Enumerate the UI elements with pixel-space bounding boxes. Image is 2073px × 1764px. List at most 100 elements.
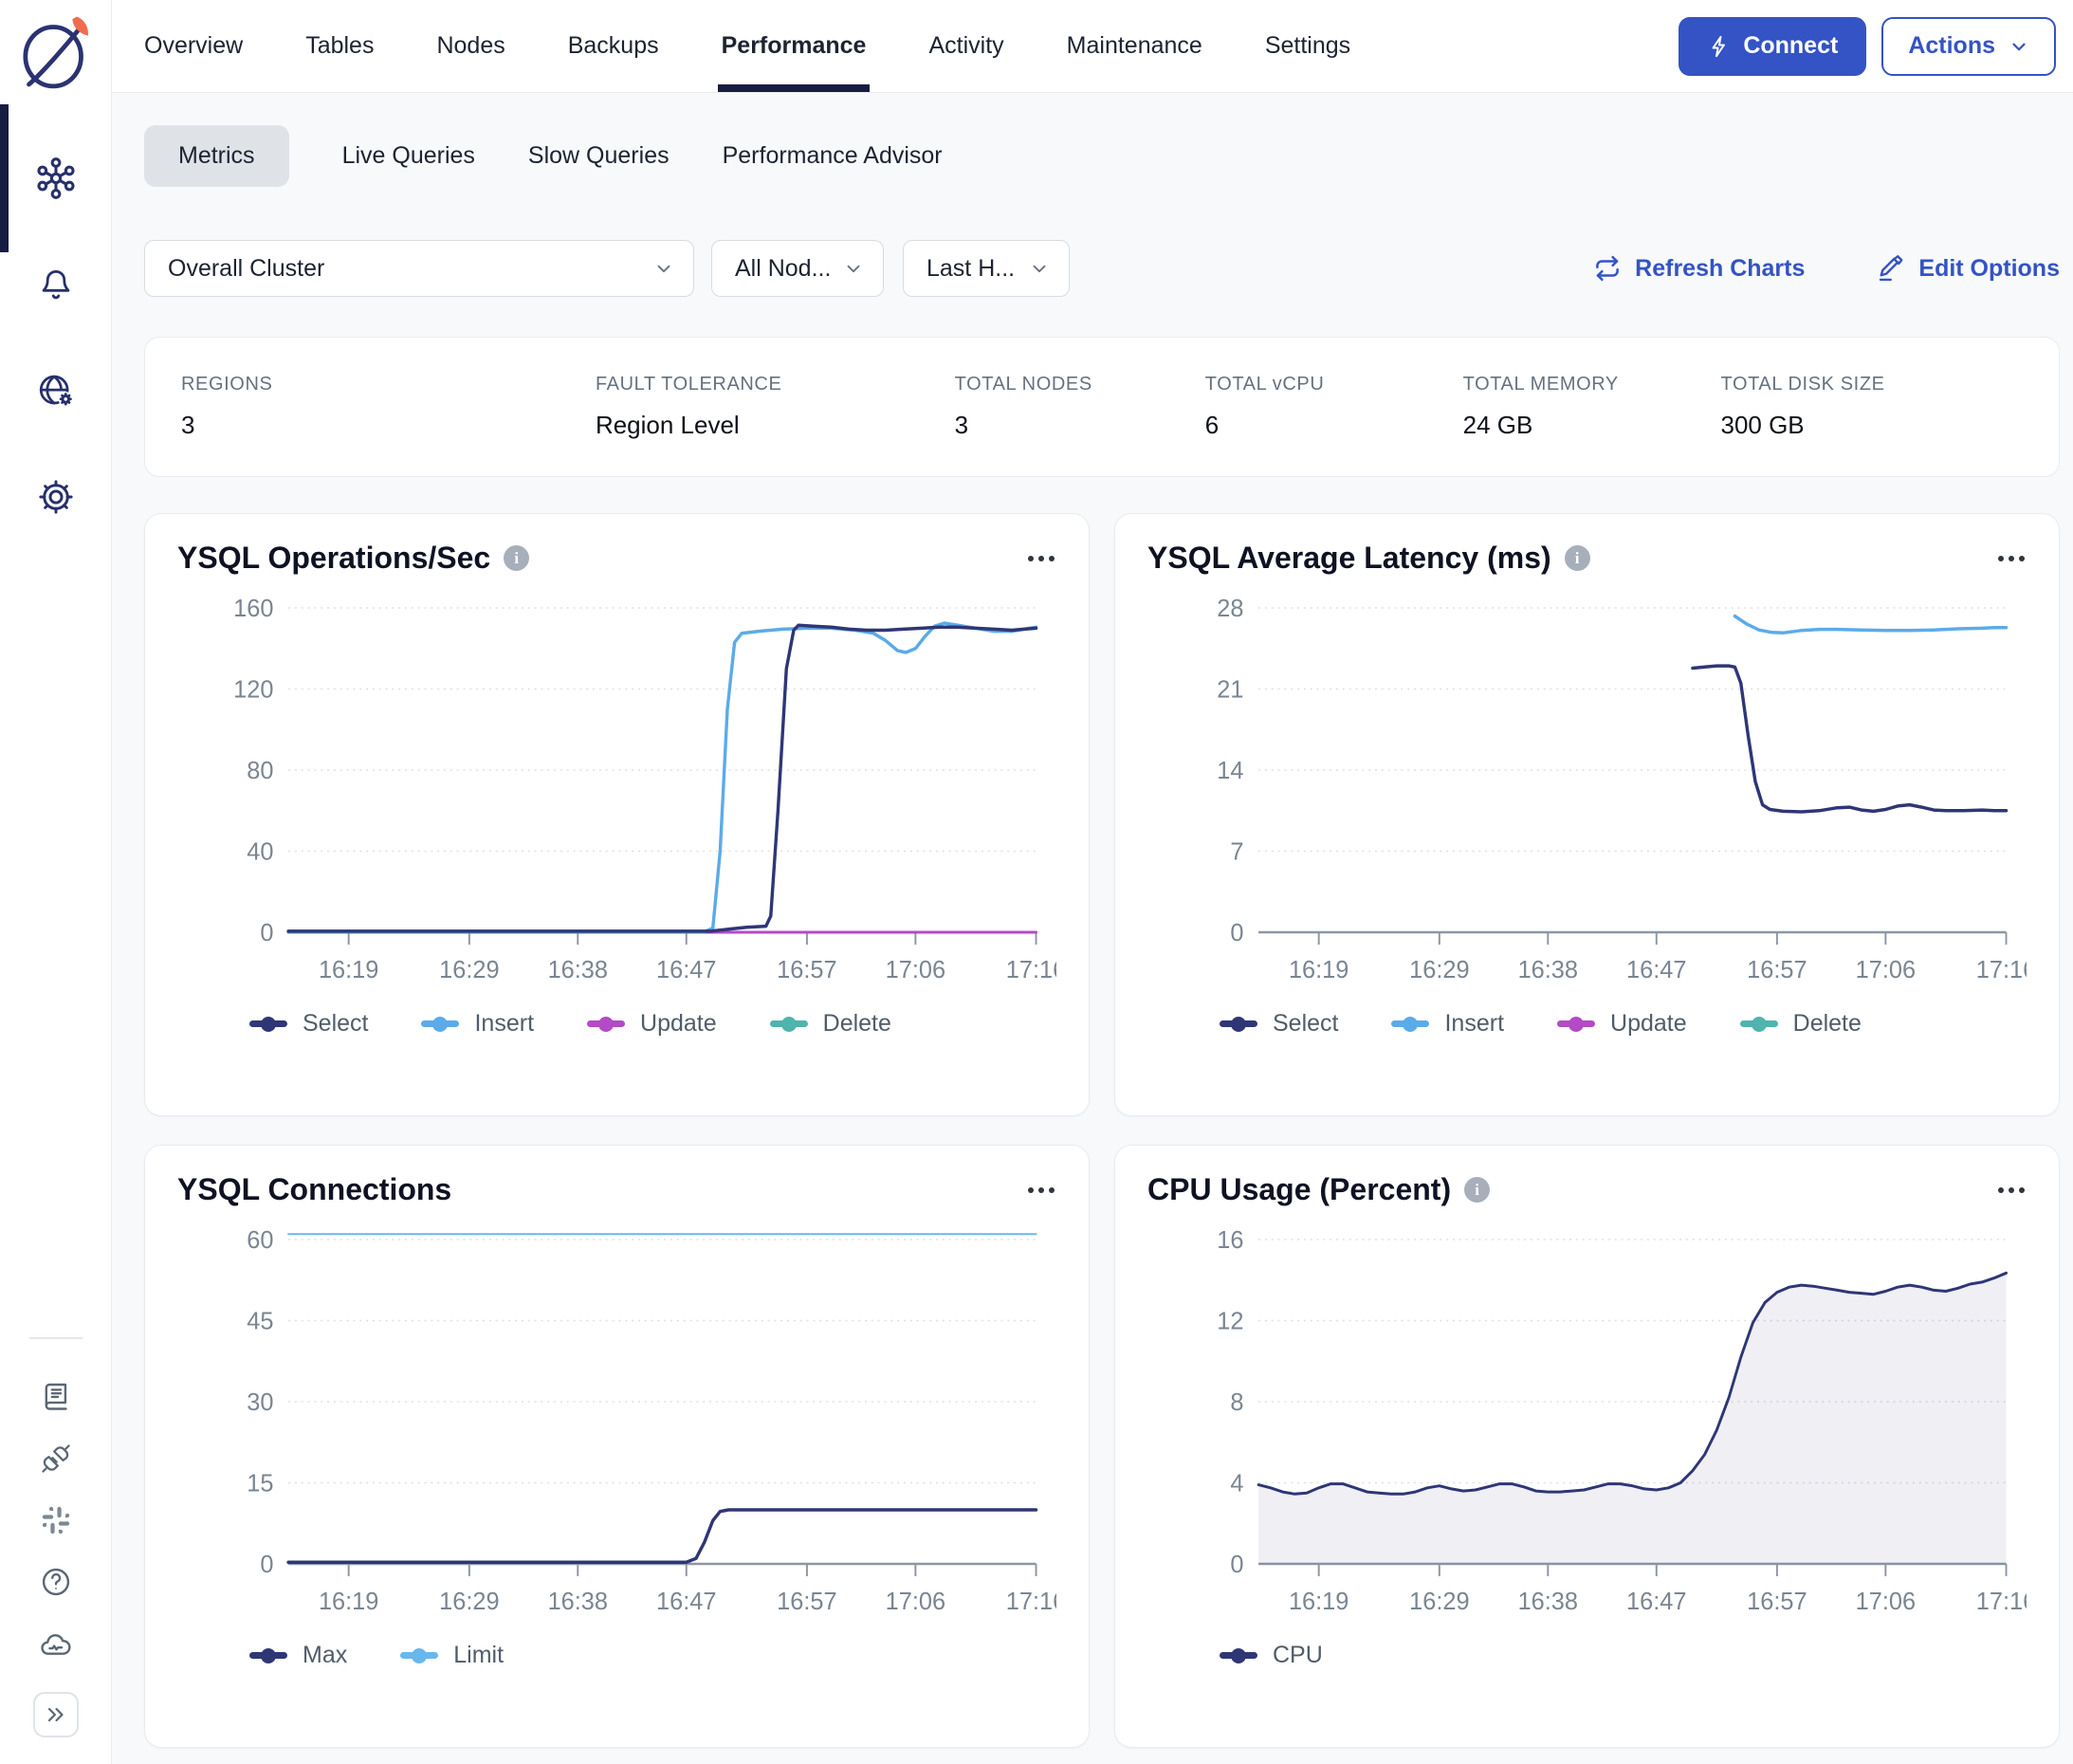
tab-backups[interactable]: Backups: [568, 0, 659, 92]
actions-label: Actions: [1908, 32, 1995, 60]
edit-options-link[interactable]: Edit Options: [1877, 254, 2060, 283]
sidebar-item-alerts[interactable]: [0, 231, 111, 338]
svg-text:0: 0: [260, 920, 273, 946]
tab-overview[interactable]: Overview: [144, 0, 243, 92]
time-range-select[interactable]: Last H...: [903, 240, 1070, 297]
svg-text:16:29: 16:29: [439, 957, 499, 983]
chevrons-right-icon: [44, 1702, 68, 1727]
tab-maintenance[interactable]: Maintenance: [1067, 0, 1202, 92]
legend-item[interactable]: Limit: [400, 1642, 504, 1669]
svg-text:0: 0: [1230, 1552, 1243, 1578]
chart-cpu-usage: CPU Usage (Percent) i 048121616:1916:291…: [1114, 1145, 2060, 1748]
bell-icon: [36, 265, 76, 304]
cluster-topbar: Overview Tables Nodes Backups Performanc…: [112, 0, 2073, 93]
svg-text:16:19: 16:19: [1289, 1589, 1348, 1615]
stat-total-nodes: TOTAL NODES3: [955, 374, 1205, 440]
legend-item[interactable]: Update: [1557, 1010, 1687, 1038]
svg-text:16:47: 16:47: [656, 957, 716, 983]
svg-text:17:16: 17:16: [1976, 1589, 2027, 1615]
subtab-live-queries[interactable]: Live Queries: [342, 125, 475, 187]
tab-tables[interactable]: Tables: [305, 0, 374, 92]
svg-text:16:38: 16:38: [1518, 957, 1578, 983]
svg-text:30: 30: [247, 1389, 273, 1416]
help-icon[interactable]: [39, 1565, 73, 1599]
sidebar-item-settings[interactable]: [0, 444, 111, 550]
info-icon[interactable]: i: [1464, 1177, 1490, 1203]
sidebar-expand-button[interactable]: [33, 1692, 79, 1737]
svg-text:16:38: 16:38: [548, 957, 608, 983]
svg-text:17:16: 17:16: [1006, 1589, 1056, 1615]
chart-legend: Select Insert Update Delete: [1147, 1010, 2027, 1038]
svg-text:16:47: 16:47: [1626, 957, 1686, 983]
svg-text:160: 160: [233, 596, 273, 622]
docs-book-icon[interactable]: [39, 1379, 73, 1413]
chart-title: YSQL Connections: [177, 1172, 451, 1207]
stat-total-memory: TOTAL MEMORY24 GB: [1463, 374, 1721, 440]
svg-text:15: 15: [247, 1470, 273, 1497]
svg-text:16: 16: [1217, 1227, 1243, 1254]
svg-text:17:16: 17:16: [1006, 957, 1056, 983]
cluster-scope-select[interactable]: Overall Cluster: [144, 240, 694, 297]
legend-item[interactable]: Select: [249, 1010, 368, 1038]
tab-nodes[interactable]: Nodes: [436, 0, 504, 92]
nodes-value: All Nod...: [735, 255, 831, 283]
legend-item[interactable]: Select: [1220, 1010, 1338, 1038]
refresh-charts-label: Refresh Charts: [1635, 255, 1805, 283]
performance-subtabs: Metrics Live Queries Slow Queries Perfor…: [144, 125, 2060, 187]
tab-activity[interactable]: Activity: [928, 0, 1003, 92]
subtab-performance-advisor[interactable]: Performance Advisor: [723, 125, 943, 187]
svg-text:16:29: 16:29: [1409, 957, 1469, 983]
nodes-select[interactable]: All Nod...: [711, 240, 884, 297]
chevron-down-icon: [653, 258, 674, 279]
svg-text:17:06: 17:06: [1856, 1589, 1916, 1615]
info-icon[interactable]: i: [504, 545, 529, 571]
sidebar: [0, 0, 112, 1764]
legend-item[interactable]: Max: [249, 1642, 347, 1669]
app-logo[interactable]: [13, 11, 97, 100]
connect-button[interactable]: Connect: [1679, 17, 1866, 76]
legend-item[interactable]: Insert: [421, 1010, 534, 1038]
tab-settings[interactable]: Settings: [1265, 0, 1350, 92]
legend-item[interactable]: CPU: [1220, 1642, 1323, 1669]
legend-item[interactable]: Insert: [1391, 1010, 1504, 1038]
tab-performance[interactable]: Performance: [722, 0, 867, 92]
globe-gear-icon: [35, 370, 77, 412]
svg-text:16:57: 16:57: [1747, 1589, 1807, 1615]
chart-menu-button[interactable]: [1996, 1182, 2027, 1199]
actions-button[interactable]: Actions: [1881, 17, 2056, 76]
line-chart: 0408012016016:1916:2916:3816:4716:5717:0…: [177, 587, 1056, 995]
subtab-slow-queries[interactable]: Slow Queries: [528, 125, 670, 187]
subtab-metrics[interactable]: Metrics: [144, 125, 289, 187]
legend-item[interactable]: Delete: [1740, 1010, 1862, 1038]
chart-menu-button[interactable]: [1026, 550, 1056, 567]
legend-item[interactable]: Delete: [770, 1010, 891, 1038]
chart-menu-button[interactable]: [1996, 550, 2027, 567]
chart-legend: Select Insert Update Delete: [177, 1010, 1056, 1038]
connect-label: Connect: [1743, 32, 1838, 60]
charts-grid: YSQL Operations/Sec i 0408012016016:1916…: [144, 513, 2060, 1748]
metrics-controls: Overall Cluster All Nod... Last H...: [144, 240, 2060, 297]
sidebar-item-clusters[interactable]: [0, 125, 111, 231]
svg-text:17:16: 17:16: [1976, 957, 2027, 983]
slack-icon[interactable]: [40, 1504, 72, 1536]
svg-text:17:06: 17:06: [886, 957, 945, 983]
svg-text:21: 21: [1217, 676, 1243, 703]
info-icon[interactable]: i: [1565, 545, 1590, 571]
svg-text:16:19: 16:19: [1289, 957, 1348, 983]
cluster-tabs: Overview Tables Nodes Backups Performanc…: [144, 0, 1350, 92]
integrations-plug-icon[interactable]: [39, 1442, 73, 1476]
chart-menu-button[interactable]: [1026, 1182, 1056, 1199]
svg-text:8: 8: [1230, 1389, 1243, 1416]
gear-icon: [35, 476, 77, 518]
sidebar-item-network[interactable]: [0, 338, 111, 444]
cluster-stats-bar: REGIONS3 FAULT TOLERANCERegion Level TOT…: [144, 337, 2060, 477]
svg-text:16:47: 16:47: [656, 1589, 716, 1615]
sidebar-divider: [29, 1337, 83, 1339]
time-range-value: Last H...: [926, 255, 1015, 283]
stat-total-disk-size: TOTAL DISK SIZE300 GB: [1720, 374, 2023, 440]
legend-item[interactable]: Update: [587, 1010, 717, 1038]
svg-text:16:57: 16:57: [777, 1589, 836, 1615]
svg-text:40: 40: [247, 838, 273, 865]
status-cloud-icon[interactable]: [38, 1627, 74, 1663]
refresh-charts-link[interactable]: Refresh Charts: [1593, 254, 1805, 283]
